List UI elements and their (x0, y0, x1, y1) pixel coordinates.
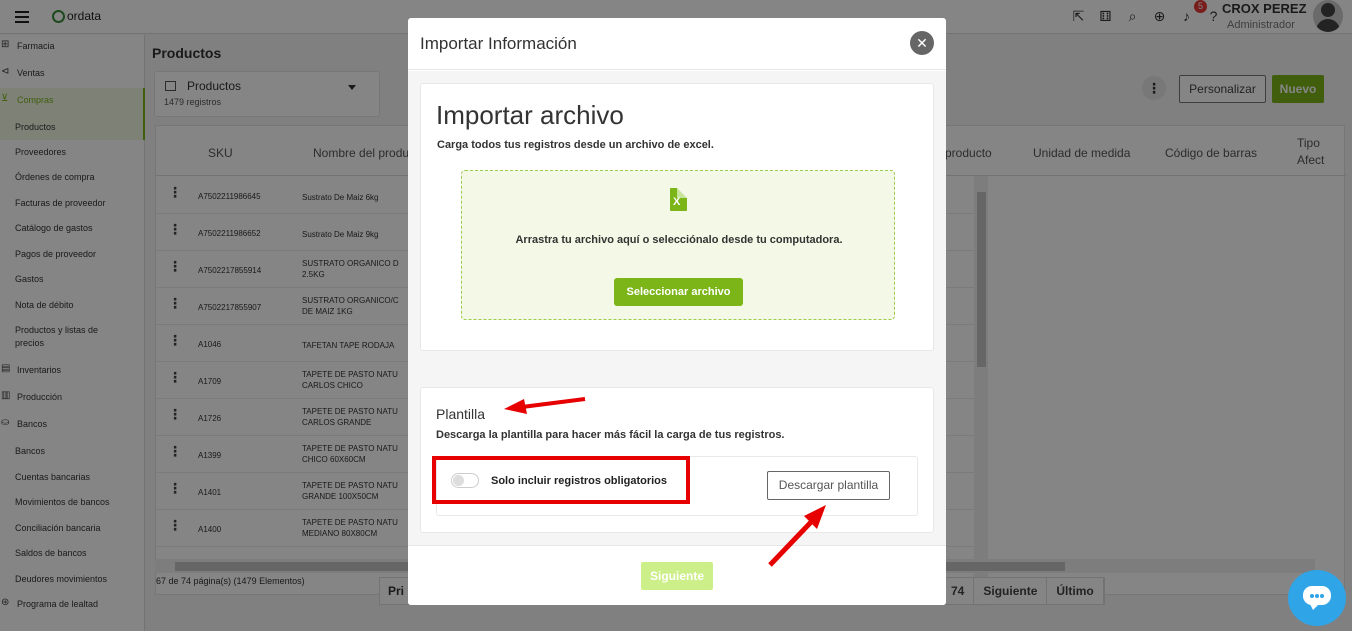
modal-title: Importar Información (420, 34, 577, 53)
template-subtitle: Descarga la plantilla para hacer más fác… (436, 429, 785, 441)
next-button[interactable]: Siguiente (641, 562, 713, 590)
modal-body: Importar archivo Carga todos tus registr… (408, 71, 946, 545)
close-icon[interactable]: ✕ (910, 31, 934, 55)
chat-dot (1320, 594, 1324, 598)
import-subtitle: Carga todos tus registros desde un archi… (437, 139, 714, 151)
modal-footer: Siguiente (408, 545, 946, 605)
annotation-highlight-box (432, 456, 690, 504)
chat-dot (1315, 594, 1319, 598)
chat-dot (1310, 594, 1314, 598)
chat-button[interactable] (1288, 570, 1346, 626)
file-dropzone[interactable]: X Arrastra tu archivo aquí o selecciónal… (461, 170, 895, 320)
import-modal: Importar Información ✕ Importar archivo … (408, 18, 946, 605)
template-title: Plantilla (436, 406, 486, 422)
excel-file-icon: X (670, 188, 687, 211)
modal-header: Importar Información ✕ (408, 18, 946, 70)
select-file-button[interactable]: Seleccionar archivo (614, 278, 743, 306)
import-title: Importar archivo (436, 100, 624, 130)
app-window: ordata ⇱ ⚅ ⌕ ⊕ ♪ ? 5 CROX PEREZ Administ… (0, 0, 1352, 631)
import-file-card: Importar archivo Carga todos tus registr… (420, 83, 934, 351)
dropzone-text: Arrastra tu archivo aquí o selecciónalo … (515, 234, 843, 246)
template-card: Plantilla Descarga la plantilla para hac… (420, 387, 934, 533)
download-template-button[interactable]: Descargar plantilla (767, 471, 890, 500)
